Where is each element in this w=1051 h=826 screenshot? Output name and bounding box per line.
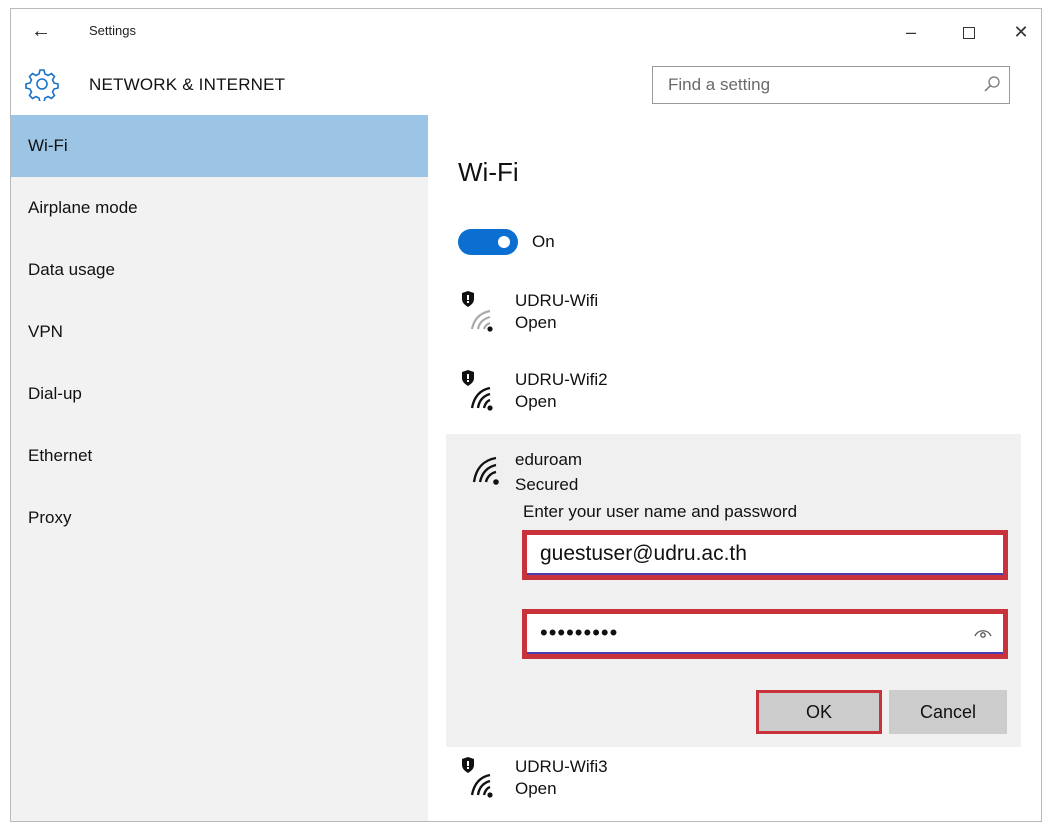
search-box[interactable] — [652, 66, 1010, 104]
network-name: UDRU-Wifi2 — [515, 370, 608, 389]
ok-button[interactable]: OK — [756, 690, 882, 734]
username-input[interactable] — [527, 535, 1003, 573]
wifi-shield-icon — [462, 757, 493, 798]
network-item[interactable]: UDRU-Wifi3 Open — [428, 753, 1041, 821]
page-title: Wi-Fi — [458, 157, 519, 187]
maximize-icon — [963, 27, 975, 40]
toggle-knob — [498, 236, 510, 248]
settings-window: ← Settings – ✕ NETWORK & INTERNET Wi-Fi … — [10, 8, 1042, 822]
network-status: Open — [515, 392, 557, 411]
back-button[interactable]: ← — [27, 19, 55, 43]
sidebar-item-ethernet[interactable]: Ethernet — [11, 425, 428, 487]
network-status: Open — [515, 313, 557, 332]
wifi-icon — [472, 456, 499, 485]
toggle-label: On — [532, 232, 555, 251]
search-input[interactable] — [653, 67, 973, 102]
wifi-toggle[interactable] — [458, 229, 518, 255]
network-item-expanded[interactable]: eduroam Secured Enter your user name and… — [446, 434, 1021, 747]
sidebar-item-proxy[interactable]: Proxy — [11, 487, 428, 549]
title-bar: ← Settings – ✕ — [11, 9, 1041, 54]
username-field-highlight — [522, 530, 1008, 580]
wifi-shield-icon — [462, 370, 493, 411]
network-status: Open — [515, 779, 557, 798]
window-title: Settings — [89, 23, 136, 38]
main-panel: Wi-Fi On UDRU-Wifi Open UDRU-Wifi2 Open … — [428, 115, 1041, 821]
password-input[interactable] — [527, 614, 1003, 652]
password-field-highlight — [522, 609, 1008, 659]
cancel-button[interactable]: Cancel — [889, 690, 1007, 734]
credentials-prompt: Enter your user name and password — [523, 502, 798, 521]
sidebar-item-dial-up[interactable]: Dial-up — [11, 363, 428, 425]
close-button[interactable]: ✕ — [1001, 17, 1041, 47]
gear-icon — [25, 69, 59, 101]
network-name: UDRU-Wifi3 — [515, 757, 608, 776]
section-title: NETWORK & INTERNET — [89, 75, 286, 94]
minimize-button[interactable]: – — [891, 17, 931, 47]
network-item[interactable]: UDRU-Wifi2 Open — [428, 366, 1041, 436]
sidebar-item-wifi[interactable]: Wi-Fi — [11, 115, 428, 177]
username-field-box — [527, 535, 1003, 575]
sidebar-item-airplane-mode[interactable]: Airplane mode — [11, 177, 428, 239]
network-status: Secured — [515, 475, 579, 494]
sidebar-item-data-usage[interactable]: Data usage — [11, 239, 428, 301]
sidebar-item-vpn[interactable]: VPN — [11, 301, 428, 363]
password-field-box — [527, 614, 1003, 654]
sidebar: Wi-Fi Airplane mode Data usage VPN Dial-… — [11, 115, 428, 821]
search-icon[interactable] — [983, 75, 1001, 93]
maximize-button[interactable] — [949, 17, 989, 47]
reveal-password-icon[interactable] — [973, 625, 993, 639]
network-name: UDRU-Wifi — [515, 291, 599, 310]
network-item[interactable]: UDRU-Wifi Open — [428, 287, 1041, 357]
wifi-shield-weak-icon — [462, 291, 493, 332]
network-name: eduroam — [515, 450, 583, 469]
